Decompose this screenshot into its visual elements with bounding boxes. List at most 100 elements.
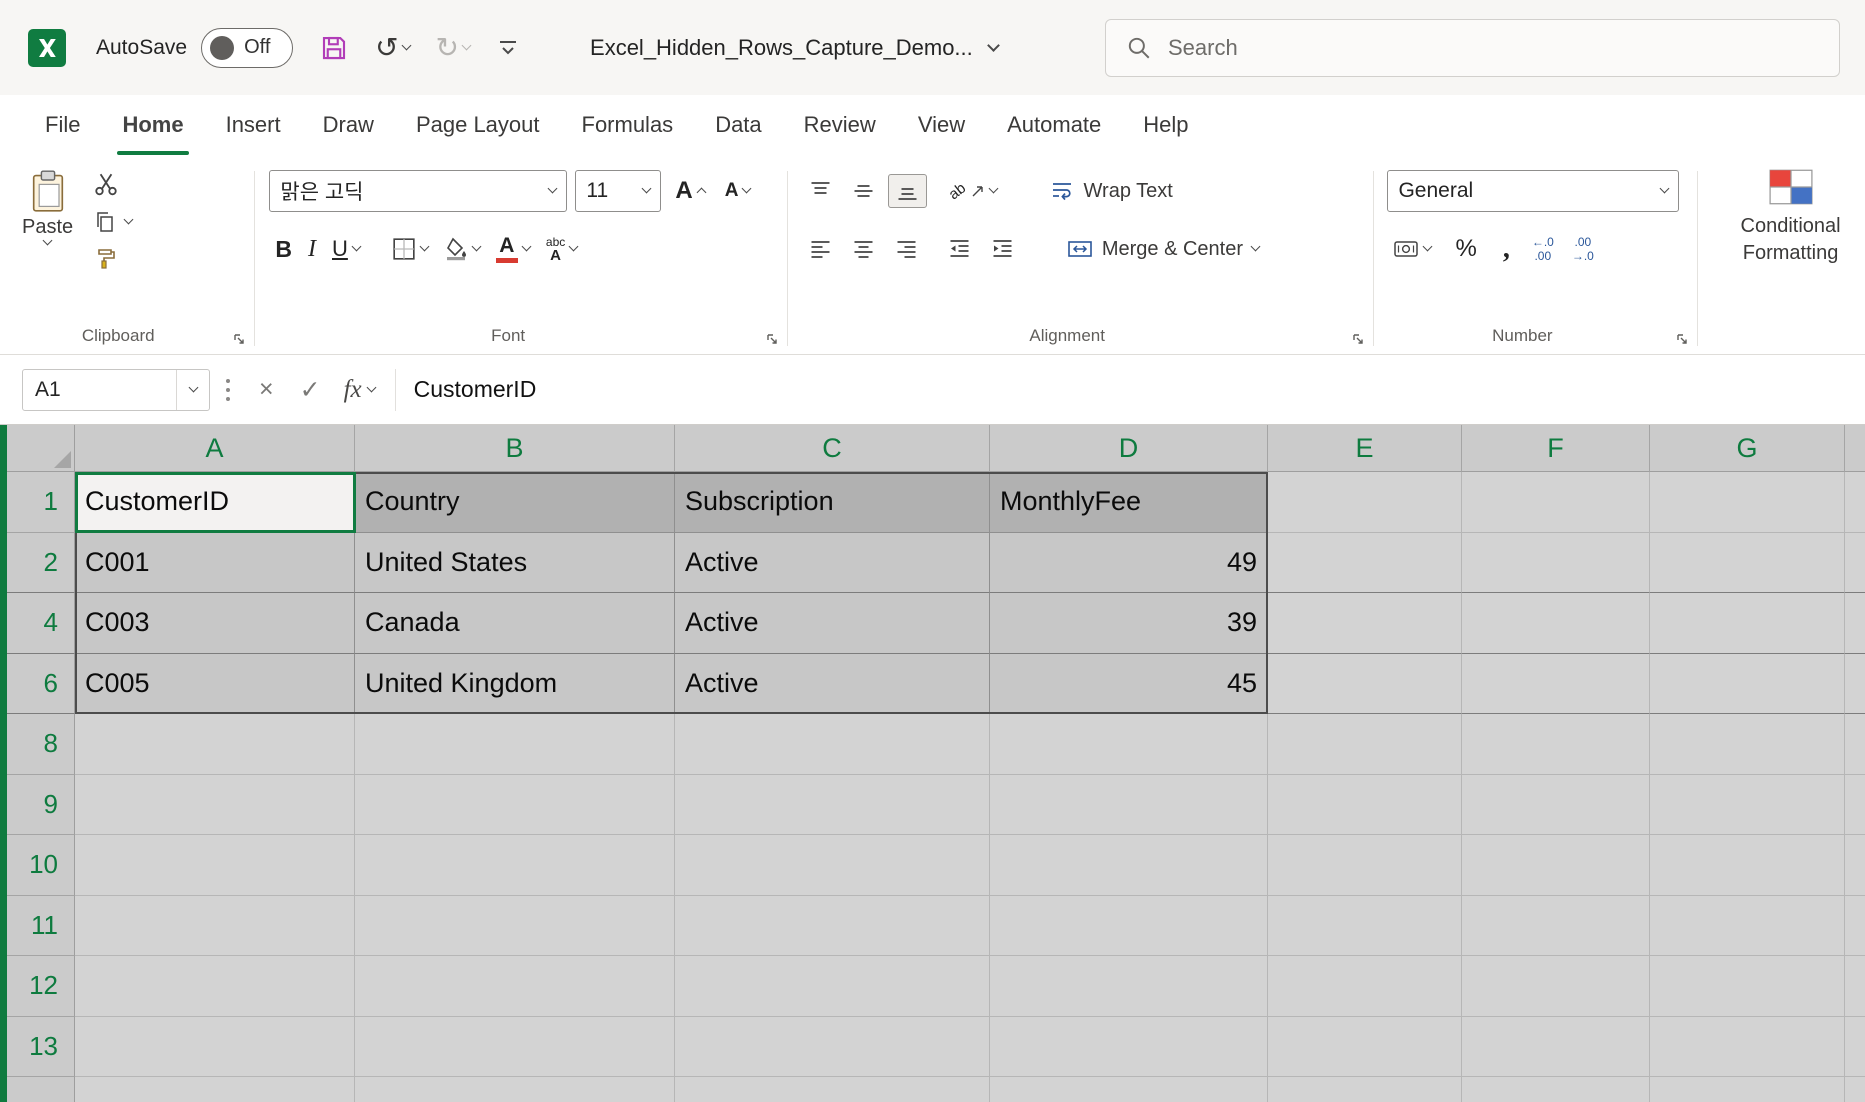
orientation-button[interactable]: ab — [943, 179, 1003, 204]
redo-button[interactable]: ↻ — [436, 34, 470, 62]
borders-dropdown-chevron-icon[interactable] — [419, 242, 429, 252]
cell-A8[interactable] — [75, 714, 355, 775]
underline-dropdown-chevron-icon[interactable] — [351, 242, 361, 252]
cell-E2[interactable] — [1268, 533, 1462, 594]
cell-A11[interactable] — [75, 896, 355, 957]
formula-input[interactable]: CustomerID — [406, 376, 537, 403]
cell-B8[interactable] — [355, 714, 675, 775]
align-left-button[interactable] — [802, 233, 839, 265]
merge-center-button[interactable]: Merge & Center — [1061, 234, 1265, 265]
cell-G2[interactable] — [1650, 533, 1845, 594]
cell-F12[interactable] — [1462, 956, 1650, 1017]
row-header-6[interactable]: 6 — [0, 654, 75, 715]
cell-B1[interactable]: Country — [355, 472, 675, 533]
cell-D2[interactable]: 49 — [990, 533, 1268, 594]
autosave-toggle[interactable]: Off — [201, 28, 293, 68]
cell-E10[interactable] — [1268, 835, 1462, 896]
cell-C9[interactable] — [675, 775, 990, 836]
col-header-A[interactable]: A — [75, 425, 355, 472]
cell-A6[interactable]: C005 — [75, 654, 355, 715]
tab-view[interactable]: View — [897, 95, 986, 155]
cut-button[interactable] — [93, 171, 132, 197]
cell-H12[interactable] — [1845, 956, 1865, 1017]
row-header-1[interactable]: 1 — [0, 472, 75, 533]
enter-button[interactable]: ✓ — [287, 375, 334, 405]
cell-A9[interactable] — [75, 775, 355, 836]
cell-G13[interactable] — [1650, 1017, 1845, 1078]
comma-style-button[interactable]: , — [1495, 233, 1518, 265]
cell-E1[interactable] — [1268, 472, 1462, 533]
cell-B11[interactable] — [355, 896, 675, 957]
cell-D11[interactable] — [990, 896, 1268, 957]
fill-color-button[interactable] — [438, 233, 486, 265]
alignment-dialog-launcher[interactable] — [1351, 332, 1365, 346]
copy-dropdown-chevron-icon[interactable] — [124, 215, 134, 225]
col-header-F[interactable]: F — [1462, 425, 1650, 472]
percent-style-button[interactable]: % — [1447, 235, 1484, 263]
name-box-chevron-icon[interactable] — [188, 382, 198, 392]
increase-indent-button[interactable] — [984, 233, 1021, 265]
cell-C[interactable] — [675, 1077, 990, 1102]
clipboard-dialog-launcher[interactable] — [232, 332, 246, 346]
row-header-partial[interactable] — [0, 1077, 75, 1102]
cell-E12[interactable] — [1268, 956, 1462, 1017]
cell-B12[interactable] — [355, 956, 675, 1017]
number-dialog-launcher[interactable] — [1675, 332, 1689, 346]
tab-data[interactable]: Data — [694, 95, 782, 155]
align-middle-button[interactable] — [845, 175, 882, 207]
name-box[interactable]: A1 — [22, 369, 210, 411]
cell-G12[interactable] — [1650, 956, 1845, 1017]
shrink-font-button[interactable]: A — [719, 176, 757, 206]
cell-H11[interactable] — [1845, 896, 1865, 957]
undo-dropdown-chevron-icon[interactable] — [401, 40, 411, 50]
col-header-E[interactable]: E — [1268, 425, 1462, 472]
cell-C8[interactable] — [675, 714, 990, 775]
cell-D8[interactable] — [990, 714, 1268, 775]
fx-dropdown-chevron-icon[interactable] — [366, 382, 376, 392]
cell-B[interactable] — [355, 1077, 675, 1102]
italic-button[interactable]: I — [302, 232, 322, 267]
document-title-button[interactable]: Excel_Hidden_Rows_Capture_Demo... — [590, 35, 998, 61]
tab-page-layout[interactable]: Page Layout — [395, 95, 561, 155]
cell-H10[interactable] — [1845, 835, 1865, 896]
cell-A13[interactable] — [75, 1017, 355, 1078]
tab-automate[interactable]: Automate — [986, 95, 1122, 155]
font-color-dropdown-chevron-icon[interactable] — [521, 242, 531, 252]
cell-G6[interactable] — [1650, 654, 1845, 715]
cell-H8[interactable] — [1845, 714, 1865, 775]
font-color-button[interactable]: A — [490, 231, 536, 267]
row-header-8[interactable]: 8 — [0, 714, 75, 775]
bold-button[interactable]: B — [269, 232, 298, 267]
phonetic-dropdown-chevron-icon[interactable] — [569, 242, 579, 252]
cell-F4[interactable] — [1462, 593, 1650, 654]
number-format-select[interactable]: General — [1387, 170, 1679, 212]
paste-button[interactable]: Paste — [22, 167, 73, 271]
decrease-indent-button[interactable] — [941, 233, 978, 265]
cell-E4[interactable] — [1268, 593, 1462, 654]
insert-function-button[interactable]: fx — [334, 376, 385, 404]
quick-access-menu-button[interactable] — [496, 37, 520, 59]
col-header-G[interactable]: G — [1650, 425, 1845, 472]
cell-F2[interactable] — [1462, 533, 1650, 594]
decrease-decimal-button[interactable]: .00 →.0 — [1568, 233, 1598, 265]
align-bottom-button[interactable] — [888, 174, 927, 208]
cell-B10[interactable] — [355, 835, 675, 896]
tab-review[interactable]: Review — [783, 95, 897, 155]
cell-G10[interactable] — [1650, 835, 1845, 896]
cell-D[interactable] — [990, 1077, 1268, 1102]
cell-H[interactable] — [1845, 1077, 1865, 1102]
cell-C10[interactable] — [675, 835, 990, 896]
copy-button[interactable] — [93, 210, 132, 234]
accounting-format-button[interactable] — [1387, 234, 1437, 264]
cell-H4[interactable] — [1845, 593, 1865, 654]
cell-A12[interactable] — [75, 956, 355, 1017]
row-header-2[interactable]: 2 — [0, 533, 75, 594]
fill-color-dropdown-chevron-icon[interactable] — [471, 242, 481, 252]
row-header-9[interactable]: 9 — [0, 775, 75, 836]
cell-B6[interactable]: United Kingdom — [355, 654, 675, 715]
cell-D10[interactable] — [990, 835, 1268, 896]
format-painter-button[interactable] — [93, 247, 132, 271]
cell-D6[interactable]: 45 — [990, 654, 1268, 715]
orientation-dropdown-chevron-icon[interactable] — [988, 184, 998, 194]
cell-C6[interactable]: Active — [675, 654, 990, 715]
